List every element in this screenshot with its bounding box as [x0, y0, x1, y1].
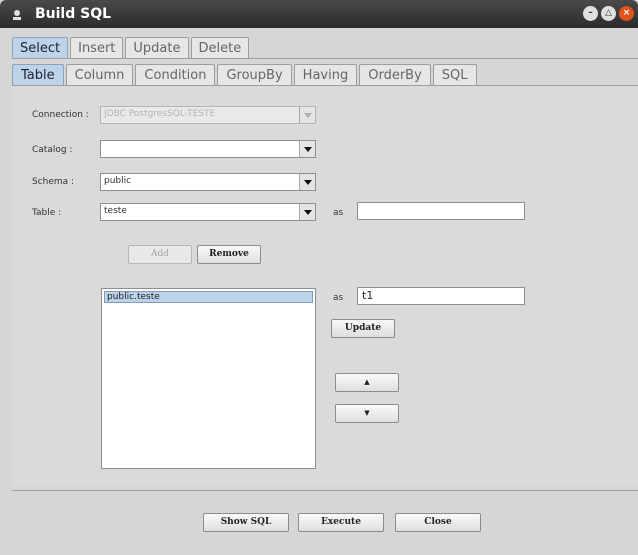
tab-delete[interactable]: Delete [190, 37, 250, 59]
tab-orderby[interactable]: OrderBy [359, 64, 431, 86]
title-bar: Build SQL – △ × [0, 0, 638, 28]
table-label: Table : [32, 208, 62, 218]
add-button[interactable]: Add [128, 245, 192, 264]
inner-tab-bar: Table Column Condition GroupBy Having Or… [12, 64, 479, 86]
list-item[interactable]: public.teste [104, 291, 313, 303]
table-alias-input[interactable] [357, 202, 525, 220]
connection-select: JDBC PostgresSQL-TESTE [100, 106, 316, 124]
table-select[interactable]: teste [100, 203, 316, 221]
arrow-up-icon: ▲ [364, 378, 370, 386]
catalog-label: Catalog : [32, 145, 73, 155]
selected-alias-input[interactable]: t1 [357, 287, 525, 305]
tab-select[interactable]: Select [12, 37, 69, 59]
app-user-icon [13, 10, 21, 20]
maximize-icon[interactable]: △ [601, 6, 616, 21]
schema-label: Schema : [32, 177, 75, 187]
chevron-down-icon[interactable] [299, 174, 315, 190]
arrow-down-icon: ▼ [364, 409, 370, 417]
divider [12, 58, 638, 59]
remove-button[interactable]: Remove [197, 245, 261, 264]
schema-value: public [104, 176, 132, 186]
move-down-button[interactable]: ▼ [335, 404, 399, 423]
tab-having[interactable]: Having [293, 64, 358, 86]
as-label: as [333, 208, 344, 218]
close-icon[interactable]: × [619, 6, 634, 21]
chevron-down-icon[interactable] [299, 141, 315, 157]
connection-value: JDBC PostgresSQL-TESTE [104, 109, 216, 119]
tab-column[interactable]: Column [65, 64, 134, 86]
selected-tables-list[interactable]: public.teste [101, 288, 316, 469]
chevron-down-icon[interactable] [299, 204, 315, 220]
update-button[interactable]: Update [331, 319, 395, 338]
window-title: Build SQL [35, 6, 112, 22]
tab-sql[interactable]: SQL [432, 64, 477, 86]
tab-update[interactable]: Update [125, 37, 189, 59]
close-button[interactable]: Close [395, 513, 481, 532]
tab-insert[interactable]: Insert [70, 37, 124, 59]
tab-table[interactable]: Table [12, 64, 64, 86]
table-value: teste [104, 206, 127, 216]
move-up-button[interactable]: ▲ [335, 373, 399, 392]
execute-button[interactable]: Execute [298, 513, 384, 532]
outer-tab-bar: Select Insert Update Delete [12, 37, 251, 59]
connection-label: Connection : [32, 110, 89, 120]
as-label: as [333, 293, 344, 303]
catalog-select[interactable] [100, 140, 316, 158]
schema-select[interactable]: public [100, 173, 316, 191]
chevron-down-icon [299, 107, 315, 123]
tab-condition[interactable]: Condition [135, 64, 216, 86]
tab-groupby[interactable]: GroupBy [217, 64, 292, 86]
minimize-icon[interactable]: – [583, 6, 598, 21]
show-sql-button[interactable]: Show SQL [203, 513, 289, 532]
